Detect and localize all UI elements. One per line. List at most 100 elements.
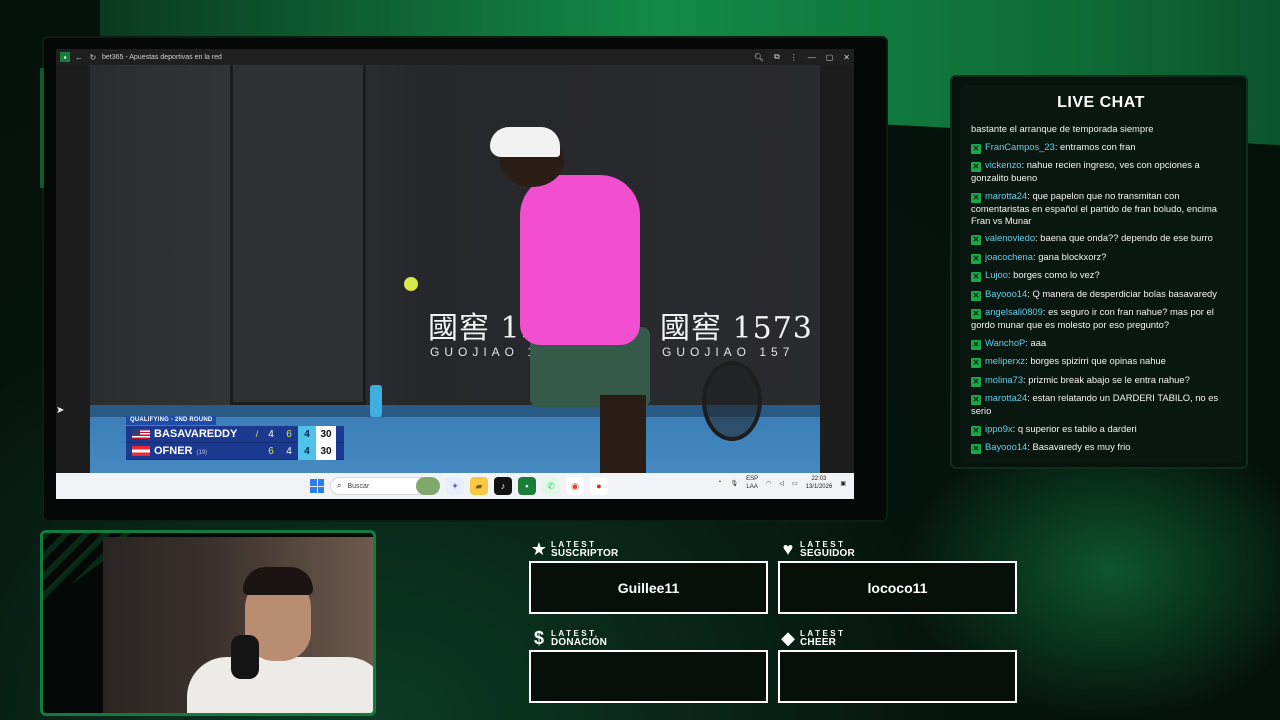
chat-username[interactable]: vickenzo [985,159,1021,170]
chat-badge-icon: ✕ [971,192,981,203]
chat-message-partial: bastante el arranque de temporada siempr… [971,123,1154,134]
chat-message: ✕ Bayooo14: Basavaredy es muy frio [971,441,1237,454]
latest-donacion-label: LATEST DONACIÓN [551,629,607,648]
whatsapp-icon[interactable]: ✆ [542,477,560,495]
more-menu-icon[interactable]: ⋮ [790,53,798,62]
chat-text: q superior es tabilo a darderi [1017,422,1137,434]
player2-name-wrap: OFNER (19) [154,445,252,457]
player-legs [600,395,646,473]
player2-set3: 4 [298,442,316,460]
language-indicator[interactable]: ESP LAA [746,475,758,491]
sponsor-sub-left: GUOJIAO 1 [430,345,540,359]
latest-seguidor-label: LATEST SEGUIDOR [800,540,855,559]
windows-start-icon[interactable] [310,479,324,493]
chat-message: ✕ marotta24: estan relatando un DARDERI T… [971,392,1237,417]
page-margin-right [820,65,854,473]
chat-username[interactable]: FranCampos_23 [985,141,1055,152]
chat-message: ✕ vickenzo: nahue recien ingreso, ves con… [971,159,1237,184]
sponsor-sub-right: GUOJIAO 157 [662,345,795,359]
chat-username[interactable]: Lujoo [985,269,1008,280]
tennis-ball [404,277,418,291]
chat-username[interactable]: Bayooo14 [985,288,1027,299]
chat-username[interactable]: valenoviedo [985,232,1035,243]
back-arrow-icon[interactable]: ← [74,52,84,62]
player2-name: OFNER [154,445,193,457]
latest-suscriptor-big: SUSCRIPTOR [551,548,619,559]
live-chat-panel: LIVE CHAT bastante el arranque de tempor… [950,75,1248,469]
serve-indicator-icon: / [255,429,259,439]
chat-badge-icon: ✕ [971,162,981,172]
chat-username[interactable]: molina73 [985,374,1023,385]
player2-seed: (19) [196,450,208,456]
player1-name: BASAVAREDDY [154,428,238,440]
streamer-shirt [187,657,373,713]
chat-username[interactable]: Bayooo14 [985,441,1027,452]
extensions-icon[interactable]: ⧉ [774,52,780,62]
sponsor-banner-right: 國窖 1573 [660,311,813,346]
file-explorer-icon[interactable]: ▰ [470,477,488,495]
windows-taskbar: ⌕ Buscar ✦ ▰ ♪ ▪ ✆ ◉ ● ⌃ 🎙︎ ESP LAA ◠ ◁ … [56,473,854,499]
volume-icon[interactable]: ◁ [779,480,784,487]
chat-text: Q manera de desperdiciar bolas basavared… [1032,287,1217,299]
latest-suscriptor-header: ★ LATEST SUSCRIPTOR [529,539,618,559]
chat-badge-icon: ✕ [971,235,981,245]
chat-message: ✕ WanchoP: aaa [971,337,1237,350]
notifications-icon[interactable]: ▣ [840,480,846,487]
latest-seguidor-value: lococo11 [778,561,1017,614]
zoom-icon[interactable]: 🔍︎ [754,53,764,62]
chat-message: ✕ Bayooo14: Q manera de desperdiciar bola… [971,288,1237,301]
streamer-hair [243,567,313,595]
chat-text: gana blockxorz? [1038,250,1107,262]
latest-donacion-header: $ LATEST DONACIÓN [529,628,607,648]
player-cap [490,127,560,157]
tiktok-icon[interactable]: ♪ [494,477,512,495]
chat-message: ✕ angelsali0809: es seguro ir con fran na… [971,306,1237,331]
chat-badge-icon: ✕ [971,358,981,368]
system-tray: ⌃ 🎙︎ ESP LAA ◠ ◁ ▭ 22:03 13/1/2026 ▣ [717,475,846,491]
clock-date: 13/1/2026 [805,484,833,490]
latest-suscriptor-label: LATEST SUSCRIPTOR [551,540,619,559]
webcam-frame [40,530,376,716]
chat-username[interactable]: ippo9x [985,423,1013,434]
refresh-icon[interactable]: ↻ [88,52,98,62]
wifi-icon[interactable]: ◠ [766,480,771,487]
chat-username[interactable]: marotta24 [985,392,1027,403]
player1-set1: 4 [268,428,274,440]
chat-message: ✕ joacochena: gana blockxorz? [971,251,1237,264]
scoreboard-round: QUALIFYING - 2ND ROUND [126,416,217,425]
live-chat-inner: LIVE CHAT bastante el arranque de tempor… [960,85,1242,463]
minimize-icon[interactable]: — [808,53,816,62]
chat-text: Basavaredy es muy frio [1032,441,1131,452]
chat-message: ✕ FranCampos_23: entramos con fran [971,141,1237,154]
tray-chevron-icon[interactable]: ⌃ [717,480,722,487]
widget-landscape-icon[interactable] [416,477,440,495]
austria-flag-icon [132,446,150,456]
close-icon[interactable]: ✕ [843,53,850,62]
copilot-icon[interactable]: ✦ [446,477,464,495]
chat-text: borges como lo vez? [1013,269,1100,280]
chat-username[interactable]: marotta24 [985,190,1027,201]
microphone-icon[interactable]: 🎙︎ [730,480,738,487]
bet365-app-icon[interactable]: ▪ [518,477,536,495]
chat-text: entramos con fran [1060,140,1136,152]
player1-points: 30 [316,425,336,443]
chrome-icon[interactable]: ◉ [566,477,584,495]
chat-badge-icon: ✕ [971,425,981,436]
page-margin-left: ➤ [56,65,90,473]
chat-badge-icon: ✕ [971,309,981,319]
player2-points: 30 [316,442,336,460]
chat-badge-icon: ✕ [971,272,981,282]
player-shirt [520,175,640,345]
clock[interactable]: 22:03 13/1/2026 [806,475,833,491]
chat-username[interactable]: angelsali0809 [985,306,1043,317]
battery-icon[interactable]: ▭ [792,480,798,487]
chat-username[interactable]: joacochena [985,251,1033,262]
dollar-icon: $ [533,627,544,648]
chat-message: ✕ meliperxz: borges spizirri que opinas n… [971,355,1237,368]
maximize-icon[interactable]: ▢ [826,53,834,62]
chat-username[interactable]: WanchoP [985,337,1025,348]
taskbar-search-placeholder: Buscar [347,482,370,490]
chat-username[interactable]: meliperxz [985,355,1025,366]
recording-app-icon[interactable]: ● [590,477,608,495]
video-player[interactable]: 國窖 157 GUOJIAO 1 國窖 1573 GUOJIAO 157 QUA… [90,65,820,473]
